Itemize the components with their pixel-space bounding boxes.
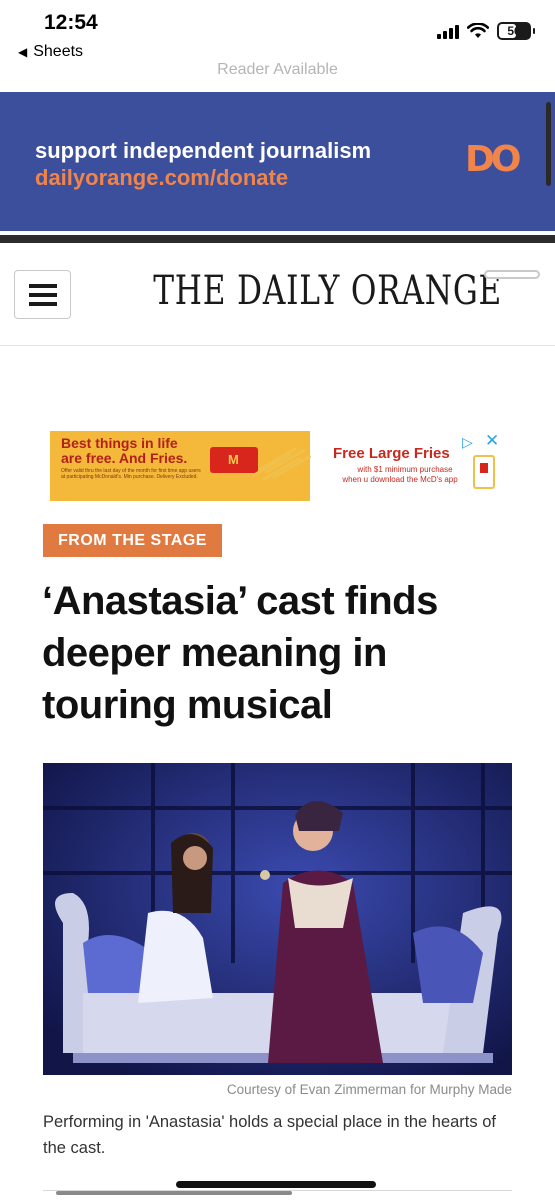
photo-caption: Performing in 'Anastasia' holds a specia…: [43, 1113, 496, 1157]
header-rule: [0, 235, 555, 243]
advertisement-banner[interactable]: Best things in life are free. And Fries.…: [50, 431, 504, 501]
fries-box-icon: M: [210, 447, 258, 473]
reader-available-label[interactable]: Reader Available: [0, 61, 555, 79]
site-masthead-title[interactable]: THE DAILY ORANGE: [153, 268, 501, 314]
ad-fine-print: Offer valid thru the last day of the mon…: [61, 468, 201, 481]
drink-cup-icon: [473, 455, 495, 489]
daily-orange-logo: DO: [465, 139, 521, 180]
back-app-label: Sheets: [33, 43, 84, 60]
menu-button[interactable]: [14, 270, 71, 319]
ad-headline: Best things in life: [61, 435, 178, 451]
battery-percent: 56: [507, 24, 521, 38]
ad-choices-icon[interactable]: ▷: [462, 434, 473, 451]
wifi-icon: [467, 23, 489, 38]
article-headline: ‘Anastasia’ cast finds deeper meaning in…: [42, 579, 438, 727]
horizontal-scrollbar[interactable]: [56, 1191, 292, 1195]
donate-banner[interactable]: support independent journalism dailyoran…: [0, 92, 555, 231]
cellular-signal-icon: [437, 23, 459, 39]
article-photo[interactable]: [43, 763, 512, 1075]
donate-url[interactable]: dailyorange.com/donate: [35, 165, 288, 191]
ad-offer-subtitle-2: when u download the McD's app: [342, 475, 458, 484]
ad-offer-subtitle: with $1 minimum purchase: [357, 465, 453, 474]
category-tag[interactable]: FROM THE STAGE: [43, 524, 222, 557]
status-icons: 56: [437, 22, 535, 40]
masthead-divider: [0, 345, 555, 346]
ad-close-icon[interactable]: ✕: [485, 431, 499, 451]
back-arrow-icon: ◀: [18, 45, 28, 59]
ad-headline-2: are free. And Fries.: [61, 450, 188, 466]
search-toggle[interactable]: [484, 270, 540, 279]
back-to-app-link[interactable]: ◀ Sheets: [18, 43, 83, 61]
status-time: 12:54: [44, 11, 98, 34]
donate-tagline: support independent journalism: [35, 138, 372, 163]
home-indicator[interactable]: [176, 1181, 376, 1188]
status-bar: 12:54 ◀ Sheets 56: [0, 0, 555, 66]
battery-icon: 56: [497, 22, 535, 40]
stage-scene-image: [43, 763, 512, 1075]
vertical-scrollbar[interactable]: [546, 102, 551, 186]
fries-illustration: [251, 437, 312, 489]
photo-credit: Courtesy of Evan Zimmerman for Murphy Ma…: [226, 1082, 512, 1097]
hamburger-icon: [28, 283, 57, 288]
ad-offer-title: Free Large Fries: [333, 445, 450, 462]
